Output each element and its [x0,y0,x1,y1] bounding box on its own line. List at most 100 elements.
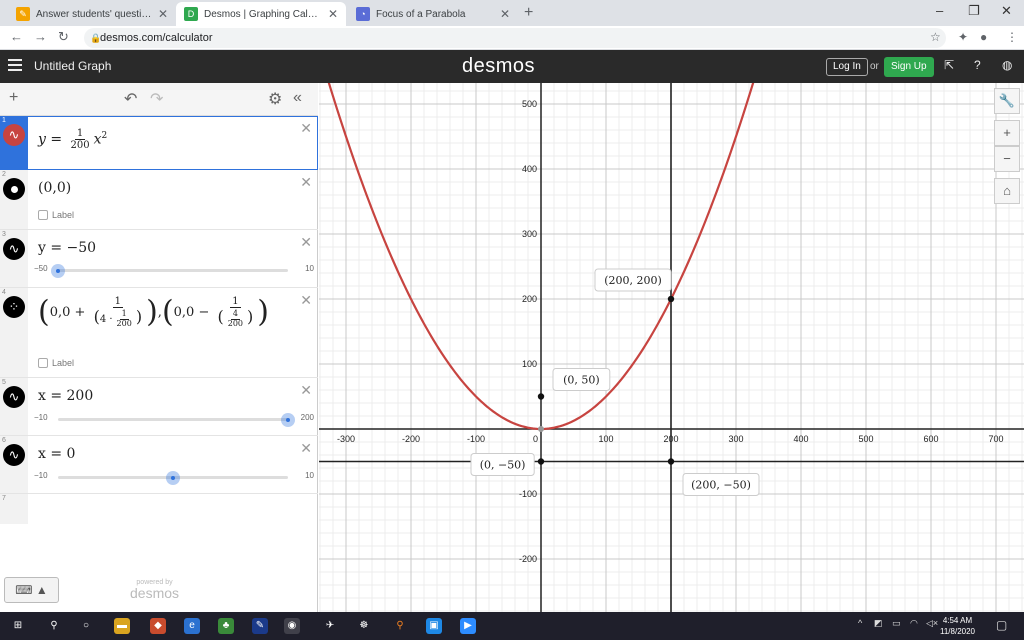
search-app-icon[interactable]: ⚲ [392,618,408,634]
share-icon[interactable]: ⇱ [944,58,954,72]
slider[interactable]: −10 10 [34,470,314,485]
login-button[interactable]: Log In [826,58,868,76]
tray-chevron-icon[interactable]: ^ [858,618,862,628]
slider-min[interactable]: −10 [34,471,48,480]
expression-math[interactable]: x = 0 [38,446,75,462]
delete-expression-icon[interactable]: ✕ [300,440,312,457]
expression-row-1[interactable]: 1 ∿ y = 1 200 x2 ✕ [0,116,318,170]
new-tab-icon[interactable]: + [524,4,533,22]
slider-max[interactable]: 200 [301,413,314,422]
slider-min[interactable]: −50 [34,264,48,273]
globe-icon[interactable]: ◍ [1002,58,1012,72]
clock[interactable]: 4:54 AM 11/8/2020 [940,615,975,637]
windows-start-icon[interactable]: ⊞ [10,618,26,634]
curve-color-icon[interactable]: ∿ [3,124,25,146]
origin-point[interactable] [538,426,544,432]
expression-row-7[interactable]: 7 [0,494,318,524]
star-icon[interactable]: ☆ [930,30,941,44]
label-toggle[interactable]: Label [38,358,74,368]
file-explorer-icon[interactable]: ▬ [114,618,130,634]
expression-row-3[interactable]: 3 ∿ y = −50 −50 10 ✕ [0,230,318,288]
hamburger-icon[interactable] [8,59,22,71]
slider[interactable]: −50 10 [34,263,314,278]
delete-expression-icon[interactable]: ✕ [300,120,312,137]
search-icon[interactable]: ⚲ [46,618,62,634]
delete-expression-icon[interactable]: ✕ [300,292,312,309]
app-icon[interactable]: ✈ [322,618,338,634]
menu-icon[interactable]: ⋮ [1006,30,1018,44]
slider-max[interactable]: 10 [305,264,314,273]
app-icon[interactable]: ▣ [426,618,442,634]
restore-icon[interactable]: ❐ [968,3,980,19]
profile-icon[interactable]: ● [980,30,987,44]
slider-track[interactable] [58,413,295,427]
window-close-icon[interactable]: ✕ [1001,3,1012,19]
battery-icon[interactable]: ▭ [892,618,901,629]
slider-track[interactable] [51,264,288,278]
point-marker[interactable] [667,458,675,465]
slider-max[interactable]: 10 [305,471,314,480]
expression-math[interactable]: y = 1 200 x2 [38,128,107,151]
tray-app-icon[interactable]: ◩ [874,618,883,629]
expression-row-5[interactable]: 5 ∿ x = 200 −10 200 ✕ [0,378,318,436]
delete-expression-icon[interactable]: ✕ [300,382,312,399]
delete-expression-icon[interactable]: ✕ [300,174,312,191]
zoom-app-icon[interactable]: ▶ [460,618,476,634]
wifi-icon[interactable]: ◠ [910,618,918,629]
home-icon[interactable]: ⌂ [994,178,1020,204]
collapse-panel-icon[interactable]: « [293,89,302,107]
point-marker[interactable] [537,458,545,465]
signup-button[interactable]: Sign Up [884,57,934,77]
browser-tab-1[interactable]: ✎ Answer students' questions and ✕ [8,2,176,26]
graph-paper[interactable]: -300 -200 -100 0 100 200 300 400 500 600 700 500 400… [319,83,1024,612]
app-icon[interactable]: ✎ [252,618,268,634]
edge-icon[interactable]: e [184,618,200,634]
zoom-out-icon[interactable]: − [994,146,1020,172]
zoom-in-icon[interactable]: + [994,120,1020,146]
slider-min[interactable]: −10 [34,413,48,422]
expression-math[interactable]: x = 200 [38,388,93,404]
notifications-icon[interactable]: ▢ [996,618,1007,632]
add-item-icon[interactable]: + [9,89,18,107]
point-marker[interactable] [667,295,675,303]
close-icon[interactable]: ✕ [158,7,168,21]
label-toggle[interactable]: Label [38,210,74,220]
point-style-icon[interactable] [3,178,25,200]
checkbox[interactable] [38,210,48,220]
browser-tab-3[interactable]: ◔ Focus of a Parabola ✕ [348,2,518,26]
back-icon[interactable]: ← [10,29,23,44]
curve-color-icon[interactable]: ∿ [3,386,25,408]
undo-icon[interactable]: ↶ [124,89,137,109]
slider[interactable]: −10 200 [34,412,314,427]
app-icon[interactable]: ◆ [150,618,166,634]
forward-icon[interactable]: → [34,29,47,44]
slider-thumb[interactable] [166,471,180,485]
points-style-icon[interactable]: ⁘ [3,296,25,318]
graph-canvas[interactable]: -300 -200 -100 0 100 200 300 400 500 600 700 500 400… [319,83,1024,612]
keyboard-toggle-button[interactable]: ⌨ ▲ [4,577,59,603]
redo-icon[interactable]: ↷ [150,89,163,109]
slider-track[interactable] [58,471,288,485]
app-icon[interactable]: ♣ [218,618,234,634]
expression-math[interactable]: y = −50 [38,240,96,256]
minimize-icon[interactable]: – [936,3,943,18]
expression-row-2[interactable]: 2 (0,0) Label ✕ [0,170,318,230]
app-icon[interactable]: ☸ [356,618,372,634]
expression-math[interactable]: (0,0 + 1 (4 · 1 200) ),(0,0 − 1 (4 200) ) [38,296,269,329]
delete-expression-icon[interactable]: ✕ [300,234,312,251]
url-field[interactable]: 🔒 desmos.com/calculator [84,28,946,48]
point-marker[interactable] [537,393,545,400]
help-icon[interactable]: ? [974,58,981,72]
extensions-icon[interactable]: ✦ [958,30,968,44]
reload-icon[interactable]: ↻ [58,29,69,45]
chrome-icon[interactable]: ◉ [284,618,300,634]
slider-thumb[interactable] [281,413,295,427]
checkbox[interactable] [38,358,48,368]
curve-color-icon[interactable]: ∿ [3,238,25,260]
close-icon[interactable]: ✕ [328,7,338,21]
volume-icon[interactable]: ◁× [926,618,938,629]
curve-color-icon[interactable]: ∿ [3,444,25,466]
slider-thumb[interactable] [51,264,65,278]
browser-tab-2[interactable]: D Desmos | Graphing Calculator ✕ [176,2,346,26]
expression-row-4[interactable]: 4 ⁘ (0,0 + 1 (4 · 1 200) ),(0,0 − 1 (4 200)… [0,288,318,378]
